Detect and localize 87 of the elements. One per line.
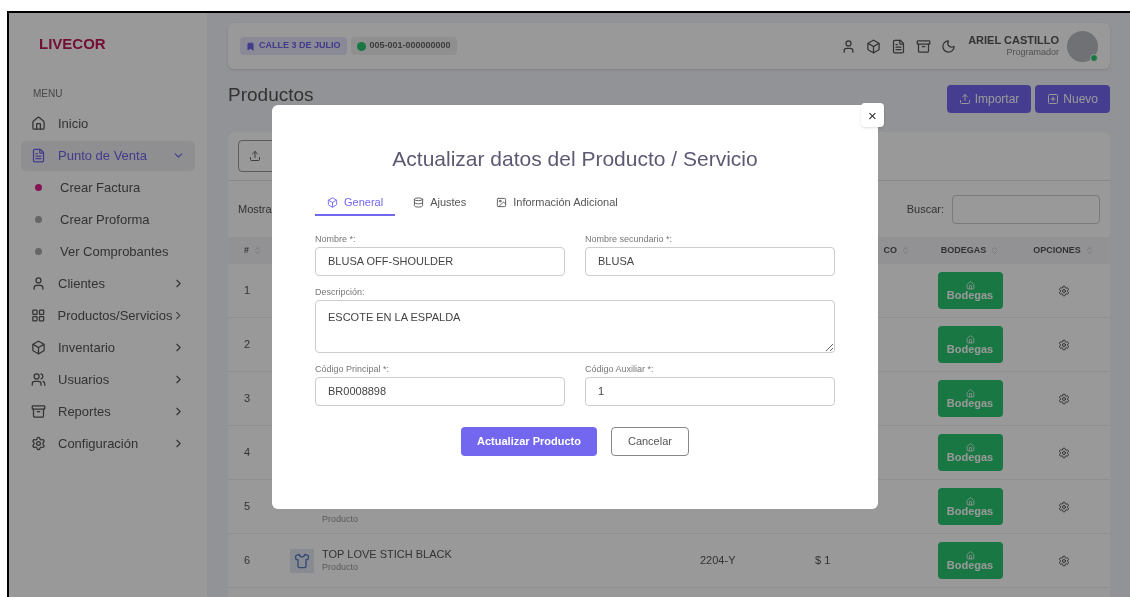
show-label: Mostra xyxy=(238,201,272,217)
modal-tab[interactable]: Información Adicional xyxy=(484,191,630,216)
archive-icon xyxy=(31,404,46,419)
submenu-item[interactable]: Ver Comprobantes xyxy=(21,236,195,267)
field-label: Descripción: xyxy=(315,285,366,297)
field-label: Nombre secundario *: xyxy=(585,232,674,244)
home-icon xyxy=(31,116,46,131)
row-number: 4 xyxy=(243,445,252,461)
grid-icon xyxy=(31,308,46,323)
input-field[interactable]: BLUSA xyxy=(585,246,835,276)
field-label: Nombre *: xyxy=(315,232,357,244)
input-field[interactable]: BLUSA OFF-SHOULDER xyxy=(315,246,565,276)
close-button[interactable]: × xyxy=(861,103,884,127)
gear-icon[interactable] xyxy=(1057,338,1070,351)
database-icon xyxy=(413,197,425,208)
submenu-item[interactable]: Crear Proforma xyxy=(21,204,195,235)
sidebar-item[interactable]: Inventario xyxy=(21,332,195,363)
gear-icon[interactable] xyxy=(1057,392,1070,405)
search-field[interactable] xyxy=(952,194,1100,224)
input-field[interactable]: BR0008898 xyxy=(315,376,565,406)
moon-icon[interactable] xyxy=(941,38,957,54)
home-icon xyxy=(965,280,975,290)
column-header[interactable]: # xyxy=(244,243,249,258)
sidebar-item[interactable]: Inicio xyxy=(21,108,195,139)
document-icon[interactable] xyxy=(891,38,907,54)
user-icon[interactable] xyxy=(841,38,857,54)
page-title: Productos xyxy=(228,82,314,107)
home-icon xyxy=(965,496,975,506)
column-header[interactable]: OPCIONES xyxy=(1033,243,1081,258)
table-cell-text: 2204-Y xyxy=(699,553,737,569)
gear-icon xyxy=(31,436,46,451)
home-icon xyxy=(965,442,975,452)
row-number: 5 xyxy=(243,499,252,515)
home-icon xyxy=(965,550,975,560)
sidebar-item[interactable]: Reportes xyxy=(21,396,195,427)
description-field[interactable]: ESCOTE EN LA ESPALDA xyxy=(315,299,835,353)
new-button[interactable]: Nuevo xyxy=(1035,85,1110,113)
document-icon xyxy=(31,148,46,163)
product-name: TOP LOVE STICH BLACK xyxy=(322,548,452,562)
row-number: 2 xyxy=(243,337,252,353)
modal-tab[interactable]: General xyxy=(315,191,396,216)
gear-icon[interactable] xyxy=(1057,554,1070,567)
users-icon xyxy=(31,372,46,387)
field-label: Código Principal *: xyxy=(315,362,391,374)
input-field[interactable]: 1 xyxy=(585,376,835,406)
cube-icon xyxy=(327,197,338,208)
import-button[interactable]: Importar xyxy=(946,85,1032,113)
column-header[interactable]: CO xyxy=(883,243,897,258)
upload-icon xyxy=(958,93,971,105)
gear-icon[interactable] xyxy=(1057,446,1070,459)
search-label: Buscar: xyxy=(906,201,944,217)
update-button[interactable]: Actualizar Producto xyxy=(461,426,597,456)
brand-logo[interactable]: LIVECOR xyxy=(39,33,195,56)
row-number: 6 xyxy=(243,553,252,569)
product-type: Producto xyxy=(322,561,360,573)
cube-icon xyxy=(31,340,46,355)
user-icon xyxy=(31,276,46,291)
modal-tab[interactable]: Ajustes xyxy=(401,191,479,216)
submenu-item[interactable]: Crear Factura xyxy=(21,172,195,203)
modal-title: Actualizar datos del Producto / Servicio xyxy=(391,146,759,172)
home-icon xyxy=(965,388,975,398)
user-name: ARIEL CASTILLO xyxy=(968,33,1059,48)
row-number: 3 xyxy=(243,391,252,407)
cancel-button[interactable]: Cancelar xyxy=(610,426,689,456)
sidebar-item[interactable]: Clientes xyxy=(21,268,195,299)
row-number: 1 xyxy=(243,283,252,299)
sidebar-item[interactable]: Punto de Venta xyxy=(21,140,195,171)
cube-icon[interactable] xyxy=(866,38,882,54)
gear-icon[interactable] xyxy=(1057,500,1070,513)
product-type: Producto xyxy=(322,513,359,526)
sidebar-item[interactable]: Usuarios xyxy=(21,364,195,395)
point-badge: 005-001-000000000 xyxy=(350,37,457,55)
image-icon xyxy=(496,197,508,208)
home-icon xyxy=(965,334,975,344)
field-label: Código Auxiliar *: xyxy=(585,362,655,374)
bookmark-icon xyxy=(246,41,255,51)
plus-icon xyxy=(1047,93,1060,105)
sidebar-item[interactable]: Productos/Servicios xyxy=(21,300,195,331)
archive-icon[interactable] xyxy=(916,38,932,54)
gear-icon[interactable] xyxy=(1057,284,1070,297)
table-cell-text: $ 1 xyxy=(814,553,832,569)
branch-badge: CALLE 3 DE JULIO xyxy=(240,37,347,55)
sidebar-item[interactable]: Configuración xyxy=(21,428,195,459)
column-header[interactable]: BODEGAS xyxy=(940,243,987,258)
upload-icon xyxy=(249,150,261,162)
user-role: Programador xyxy=(1006,47,1059,59)
menu-heading: MENU xyxy=(33,86,64,101)
